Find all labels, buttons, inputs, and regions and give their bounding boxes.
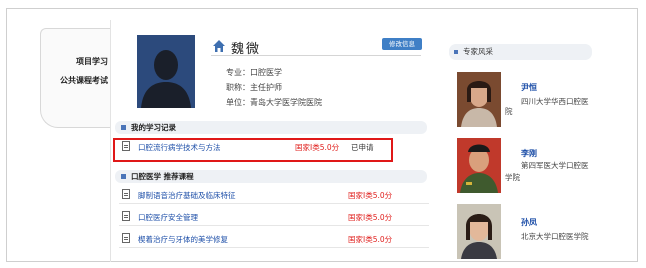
profile-unit: 单位：青岛大学医学院医院 — [226, 98, 322, 107]
expert-affiliation-cont: 学院 — [505, 173, 520, 182]
credit-label: 国家I类5.0分 — [348, 213, 393, 222]
expert-affiliation: 第四军医大学口腔医 — [521, 161, 589, 170]
tab-public-exam[interactable]: 公共课程考试 — [40, 75, 110, 86]
my-records-heading-label: 我的学习记录 — [131, 123, 176, 132]
expert-photo[interactable] — [457, 138, 501, 193]
document-icon — [122, 189, 130, 199]
square-bullet-icon — [121, 174, 126, 179]
recommended-heading-label: 口腔医学 推荐课程 — [131, 172, 194, 181]
home-icon — [213, 40, 225, 52]
square-bullet-icon — [121, 125, 126, 130]
expert-name[interactable]: 李刚 — [521, 148, 537, 159]
profile-major: 专业：口腔医学 — [226, 68, 282, 77]
recommended-row: 口腔医疗安全管理 国家I类5.0分 — [119, 208, 429, 226]
my-records-heading: 我的学习记录 — [115, 121, 427, 134]
course-link[interactable]: 口腔医疗安全管理 — [138, 212, 198, 223]
avatar — [137, 35, 195, 108]
row-divider — [119, 225, 429, 226]
row-divider — [119, 247, 429, 248]
document-icon — [122, 211, 130, 221]
document-icon — [122, 233, 130, 243]
expert-photo[interactable] — [457, 204, 501, 259]
course-link[interactable]: 楔着治疗与牙体的美学修复 — [138, 234, 228, 245]
edit-info-button[interactable]: 修改信息 — [382, 38, 422, 50]
row-divider — [119, 203, 429, 204]
expert-photo[interactable] — [457, 72, 501, 127]
credit-label: 国家I类5.0分 — [348, 235, 393, 244]
square-bullet-icon — [454, 50, 458, 54]
highlight-box — [113, 138, 393, 162]
recommended-row: 脚制语音治疗基础及临床特征 国家I类5.0分 — [119, 186, 429, 204]
experts-heading-label: 专家风采 — [463, 47, 493, 56]
left-tab-panel: 项目学习 公共课程考试 — [40, 28, 110, 128]
expert-affiliation: 四川大学华西口腔医 — [521, 97, 589, 106]
profile-title: 职称：主任护师 — [226, 83, 282, 92]
course-link[interactable]: 脚制语音治疗基础及临床特征 — [138, 190, 236, 201]
tab-project-study[interactable]: 项目学习 — [40, 56, 110, 67]
experts-heading: 专家风采 — [449, 44, 592, 60]
expert-affiliation-cont: 院 — [505, 107, 513, 116]
recommended-row: 楔着治疗与牙体的美学修复 国家I类5.0分 — [119, 230, 429, 248]
name-divider — [211, 55, 421, 56]
recommended-heading: 口腔医学 推荐课程 — [115, 170, 427, 183]
credit-label: 国家I类5.0分 — [348, 191, 393, 200]
expert-name[interactable]: 尹恒 — [521, 82, 537, 93]
expert-affiliation: 北京大学口腔医学院 — [521, 232, 589, 241]
expert-name[interactable]: 孙凤 — [521, 217, 537, 228]
